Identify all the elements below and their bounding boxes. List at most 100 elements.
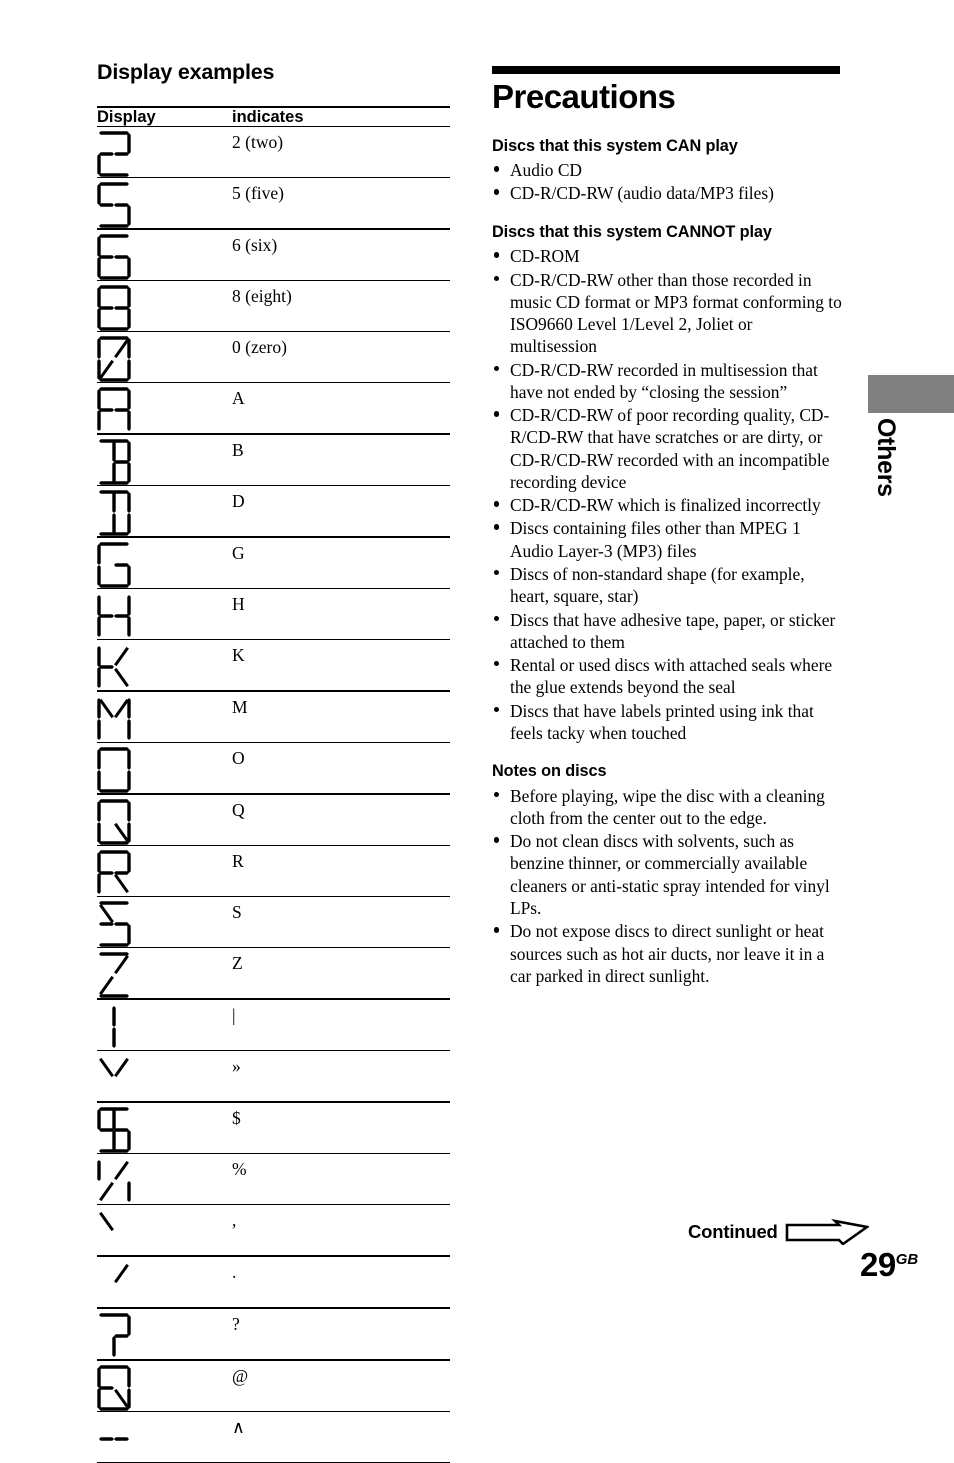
segment-display-glyph	[97, 1360, 232, 1412]
column-header-indicates: indicates	[232, 107, 450, 127]
list-item: Discs of non-standard shape (for example…	[492, 563, 842, 608]
indicates-value: D	[232, 486, 450, 538]
bullet-list: Audio CD CD-R/CD-RW (audio data/MP3 files…	[492, 159, 842, 205]
bullet-dot-icon	[494, 837, 499, 842]
indicates-value: ∧	[232, 1412, 450, 1463]
table-row: %	[97, 1154, 450, 1205]
continued-marker: Continued	[688, 1219, 869, 1245]
segment-display-glyph	[97, 948, 232, 1000]
side-tab-block	[868, 375, 954, 413]
indicates-value: 5 (five)	[232, 178, 450, 230]
segment-display-glyph	[97, 1051, 232, 1103]
list-item: CD-R/CD-RW of poor recording quality, CD…	[492, 404, 842, 493]
indicates-value: A	[232, 383, 450, 435]
list-item: Do not clean discs with solvents, such a…	[492, 830, 842, 919]
segment-display-glyph	[97, 383, 232, 435]
indicates-value: ,	[232, 1205, 450, 1257]
precautions-section: Notes on discs Before playing, wipe the d…	[492, 762, 842, 987]
list-item: Discs containing files other than MPEG 1…	[492, 517, 842, 562]
segment-display-glyph	[97, 640, 232, 692]
bullet-dot-icon	[494, 166, 499, 171]
indicates-value: 2 (two)	[232, 127, 450, 178]
list-item: CD-R/CD-RW which is finalized incorrectl…	[492, 494, 842, 516]
segment-display-glyph	[97, 1205, 232, 1257]
table-row: A	[97, 383, 450, 435]
segment-display-glyph	[97, 1412, 232, 1463]
list-item-text: Do not expose discs to direct sunlight o…	[510, 921, 824, 986]
right-column: Precautions Discs that this system CAN p…	[492, 66, 842, 988]
segment-display-glyph	[97, 743, 232, 795]
bullet-dot-icon	[494, 524, 499, 529]
table-row: B	[97, 434, 450, 486]
indicates-value: G	[232, 537, 450, 589]
segment-display-glyph	[97, 178, 232, 230]
list-item: CD-R/CD-RW recorded in multisession that…	[492, 359, 842, 404]
indicates-value: ?	[232, 1308, 450, 1360]
table-body: 2 (two)5 (five)6 (six)8 (eight)0 (zero)A…	[97, 127, 450, 1463]
bullet-dot-icon	[494, 707, 499, 712]
bullet-dot-icon	[494, 927, 499, 932]
column-header-display: Display	[97, 107, 232, 127]
table-row: ,	[97, 1205, 450, 1257]
indicates-value: 8 (eight)	[232, 281, 450, 332]
table-row: H	[97, 589, 450, 640]
bullet-dot-icon	[494, 792, 499, 797]
side-tab-label-others: Others	[866, 418, 900, 497]
indicates-value: %	[232, 1154, 450, 1205]
section-heading: Discs that this system CAN play	[492, 137, 842, 157]
page-number: 29GB	[860, 1246, 918, 1284]
list-item-text: Discs of non-standard shape (for example…	[510, 564, 805, 606]
bullet-list: Before playing, wipe the disc with a cle…	[492, 785, 842, 987]
bullet-dot-icon	[494, 366, 499, 371]
section-rule	[492, 66, 840, 74]
segment-display-glyph	[97, 897, 232, 948]
table-row: D	[97, 486, 450, 538]
continued-arrow-icon	[785, 1219, 869, 1245]
segment-display-glyph	[97, 1154, 232, 1205]
section-heading: Notes on discs	[492, 762, 842, 782]
indicates-value: 0 (zero)	[232, 332, 450, 383]
list-item-text: Before playing, wipe the disc with a cle…	[510, 786, 825, 828]
table-row: @	[97, 1360, 450, 1412]
page-number-value: 29	[860, 1246, 896, 1283]
indicates-value: K	[232, 640, 450, 692]
indicates-value: »	[232, 1051, 450, 1103]
segment-display-glyph	[97, 1308, 232, 1360]
list-item: Discs that have adhesive tape, paper, or…	[492, 609, 842, 654]
segment-display-glyph	[97, 127, 232, 178]
list-item-text: Discs that have labels printed using ink…	[510, 701, 814, 743]
bullet-dot-icon	[494, 616, 499, 621]
segment-display-glyph	[97, 691, 232, 743]
list-item: CD-R/CD-RW (audio data/MP3 files)	[492, 182, 842, 204]
bullet-dot-icon	[494, 252, 499, 257]
list-item-text: CD-ROM	[510, 246, 580, 266]
list-item: Do not expose discs to direct sunlight o…	[492, 920, 842, 987]
indicates-value: $	[232, 1102, 450, 1154]
segment-display-glyph	[97, 229, 232, 281]
segment-display-glyph	[97, 434, 232, 486]
table-row: .	[97, 1256, 450, 1308]
precautions-section: Discs that this system CAN play Audio CD C…	[492, 137, 842, 205]
segment-display-glyph	[97, 1102, 232, 1154]
table-row: ?	[97, 1308, 450, 1360]
bullet-dot-icon	[494, 411, 499, 416]
table-header-row: Display indicates	[97, 107, 450, 127]
display-examples-table: Display indicates 2 (two)5 (five)6 (six)…	[97, 106, 450, 1463]
list-item: Rental or used discs with attached seals…	[492, 654, 842, 699]
table-row: G	[97, 537, 450, 589]
section-heading: Discs that this system CANNOT play	[492, 223, 842, 243]
list-item-text: CD-R/CD-RW (audio data/MP3 files)	[510, 183, 774, 203]
table-row: M	[97, 691, 450, 743]
list-item-text: CD-R/CD-RW which is finalized incorrectl…	[510, 495, 821, 515]
page-number-suffix: GB	[896, 1251, 919, 1268]
bullet-dot-icon	[494, 276, 499, 281]
list-item: Before playing, wipe the disc with a cle…	[492, 785, 842, 830]
table-row: Z	[97, 948, 450, 1000]
list-item-text: Audio CD	[510, 160, 582, 180]
indicates-value: 6 (six)	[232, 229, 450, 281]
page-title: Precautions	[492, 80, 842, 115]
bullet-dot-icon	[494, 501, 499, 506]
table-row: Q	[97, 794, 450, 846]
indicates-value: Z	[232, 948, 450, 1000]
segment-display-glyph	[97, 281, 232, 332]
